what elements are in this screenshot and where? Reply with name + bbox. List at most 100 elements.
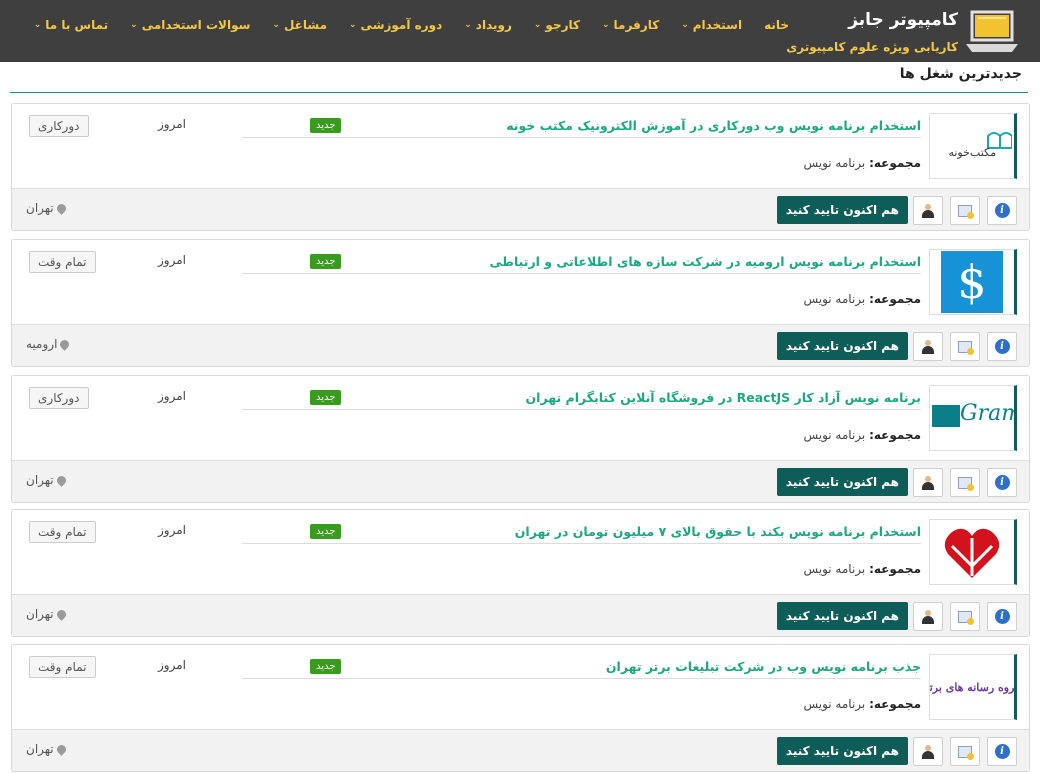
info-button[interactable]: i xyxy=(987,332,1017,361)
bookmark-button[interactable] xyxy=(950,332,980,361)
new-badge: جدید xyxy=(310,254,342,269)
company-logo[interactable]: مکتب‌خونه xyxy=(929,113,1017,179)
category-label: مجموعه: xyxy=(869,697,921,711)
info-button[interactable]: i xyxy=(987,196,1017,225)
job-card-body: Gram برنامه نویس آزاد کار ReactJS در فرو… xyxy=(12,376,1029,460)
site-header: کامپیوتر جابز کاریابی ویژه علوم کامپیوتر… xyxy=(0,0,1040,62)
nav-item-label: استخدام xyxy=(692,18,743,32)
location-text: تهران xyxy=(26,201,54,215)
job-card-footer: i هم اکنون تایید کنید تهران xyxy=(12,594,1029,636)
chevron-down-icon: ⌄ xyxy=(681,20,689,30)
job-card-body: گروه رسانه های برتر جذب برنامه نویس وب د… xyxy=(12,645,1029,729)
info-button[interactable]: i xyxy=(987,468,1017,497)
job-category: مجموعه: برنامه نویس xyxy=(803,562,921,576)
info-button[interactable]: i xyxy=(987,737,1017,766)
confirm-now-button[interactable]: هم اکنون تایید کنید xyxy=(776,602,908,630)
bookmark-star-icon xyxy=(958,340,974,355)
info-button[interactable]: i xyxy=(987,602,1017,631)
job-card-body: $ استخدام برنامه نویس ارومیه در شرکت ساز… xyxy=(12,240,1029,324)
nav-item-6[interactable]: مشاغل ⌄ xyxy=(261,18,338,32)
job-date: امروز xyxy=(158,389,186,403)
job-card: مکتب‌خونه استخدام برنامه نویس وب دورکاری… xyxy=(11,103,1030,231)
title-divider xyxy=(242,678,921,679)
company-logo-text: مکتب‌خونه xyxy=(948,146,996,159)
job-title-link[interactable]: استخدام برنامه نویس وب دورکاری در آموزش … xyxy=(506,118,921,133)
nav-item-label: تماس با ما xyxy=(45,18,109,32)
employer-button[interactable] xyxy=(913,602,943,631)
job-type-tag: دورکاری xyxy=(29,115,89,137)
location-text: تهران xyxy=(26,607,54,621)
map-pin-icon xyxy=(54,201,68,215)
title-divider xyxy=(242,137,921,138)
job-card-footer: i هم اکنون تایید کنید ارومیه xyxy=(12,324,1029,366)
svg-text:$: $ xyxy=(957,255,986,309)
company-logo-image: مکتب‌خونه xyxy=(932,124,1012,168)
job-category: مجموعه: برنامه نویس xyxy=(803,697,921,711)
job-category: مجموعه: برنامه نویس xyxy=(803,428,921,442)
info-icon: i xyxy=(994,203,1010,218)
nav-item-2[interactable]: کارفرما ⌄ xyxy=(591,18,670,32)
job-location: تهران xyxy=(26,473,68,487)
nav-item-label: کارفرما xyxy=(613,18,660,32)
info-icon: i xyxy=(994,744,1010,759)
job-category: مجموعه: برنامه نویس xyxy=(803,292,921,306)
employer-button[interactable] xyxy=(913,468,943,497)
job-title-link[interactable]: استخدام برنامه نویس ارومیه در شرکت سازه … xyxy=(490,254,921,269)
job-title-link[interactable]: استخدام برنامه نویس بکند با حقوق بالای ۷… xyxy=(515,524,921,539)
nav-item-0[interactable]: خانه xyxy=(753,18,800,32)
location-text: تهران xyxy=(26,473,54,487)
confirm-now-button[interactable]: هم اکنون تایید کنید xyxy=(776,332,908,360)
bookmark-button[interactable] xyxy=(950,737,980,766)
company-logo-image: $ xyxy=(941,251,1003,313)
chevron-down-icon: ⌄ xyxy=(602,20,610,30)
chevron-down-icon: ⌄ xyxy=(33,20,42,30)
nav-item-label: دوره آموزشی xyxy=(360,18,443,32)
nav-item-label: کارجو xyxy=(545,18,580,32)
job-location: ارومیه xyxy=(26,337,72,351)
info-icon: i xyxy=(994,339,1010,354)
nav-item-7[interactable]: سوالات استخدامی ⌄ xyxy=(119,18,261,32)
user-icon xyxy=(921,744,935,759)
confirm-now-button[interactable]: هم اکنون تایید کنید xyxy=(776,737,908,765)
job-type-tag: تمام وقت xyxy=(29,251,96,273)
title-divider xyxy=(242,409,921,410)
company-logo[interactable]: $ xyxy=(929,249,1017,315)
confirm-now-button[interactable]: هم اکنون تایید کنید xyxy=(776,196,908,224)
nav-item-8[interactable]: تماس با ما ⌄ xyxy=(23,18,119,32)
company-logo-image: Gram xyxy=(930,391,1014,445)
employer-button[interactable] xyxy=(913,737,943,766)
confirm-now-button[interactable]: هم اکنون تایید کنید xyxy=(776,468,908,496)
company-logo-text: گروه رسانه های برتر xyxy=(929,680,1017,694)
bookmark-button[interactable] xyxy=(950,468,980,497)
nav-item-1[interactable]: استخدام ⌄ xyxy=(670,18,753,32)
bookmark-star-icon xyxy=(958,610,974,625)
nav-item-5[interactable]: دوره آموزشی ⌄ xyxy=(338,18,453,32)
job-location: تهران xyxy=(26,742,68,756)
job-type-tag: تمام وقت xyxy=(29,521,96,543)
title-divider xyxy=(242,273,921,274)
employer-button[interactable] xyxy=(913,332,943,361)
laptop-icon xyxy=(966,10,1018,52)
map-pin-icon xyxy=(54,607,68,621)
bookmark-button[interactable] xyxy=(950,196,980,225)
nav-item-3[interactable]: کارجو ⌄ xyxy=(523,18,591,32)
company-logo[interactable] xyxy=(929,519,1017,585)
employer-button[interactable] xyxy=(913,196,943,225)
job-card-footer: i هم اکنون تایید کنید تهران xyxy=(12,729,1029,771)
job-category: مجموعه: برنامه نویس xyxy=(803,156,921,170)
company-logo[interactable]: Gram xyxy=(929,385,1017,451)
nav-item-4[interactable]: رویداد ⌄ xyxy=(453,18,523,32)
main-nav: خانه استخدام ⌄ کارفرما ⌄ کارجو ⌄ رویداد ⌄ دوره آم… xyxy=(23,0,800,50)
user-icon xyxy=(921,203,935,218)
bookmark-button[interactable] xyxy=(950,602,980,631)
category-value: برنامه نویس xyxy=(803,156,866,170)
job-title-link[interactable]: برنامه نویس آزاد کار ReactJS در فروشگاه … xyxy=(526,390,921,405)
info-icon: i xyxy=(994,475,1010,490)
job-title-link[interactable]: جذب برنامه نویس وب در شرکت تبلیغات برتر … xyxy=(606,659,921,674)
site-logo[interactable]: کامپیوتر جابز کاریابی ویژه علوم کامپیوتر… xyxy=(786,4,1028,60)
job-card-footer: i هم اکنون تایید کنید تهران xyxy=(12,188,1029,230)
nav-item-label: رویداد xyxy=(475,18,512,32)
category-value: برنامه نویس xyxy=(803,292,866,306)
job-date: امروز xyxy=(158,523,186,537)
company-logo[interactable]: گروه رسانه های برتر xyxy=(929,654,1017,720)
